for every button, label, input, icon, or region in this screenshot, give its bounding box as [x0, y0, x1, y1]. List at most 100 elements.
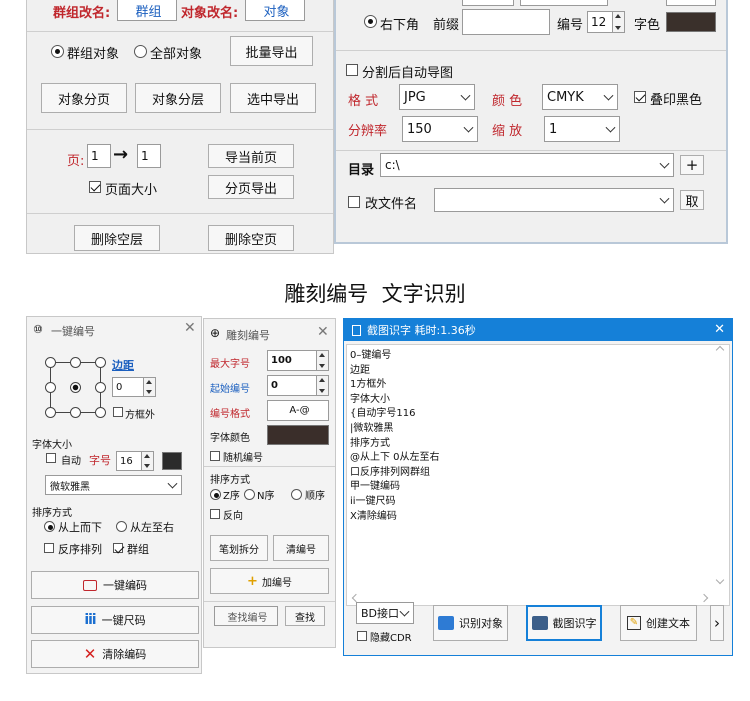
selection-export-button[interactable]: 选中导出 — [230, 83, 316, 113]
anchor-node[interactable] — [95, 407, 106, 418]
max-font-stepper[interactable] — [316, 351, 328, 370]
n-order-label: N序 — [257, 491, 275, 502]
format-value: JPG — [404, 89, 426, 105]
start-number-input[interactable]: 0 — [267, 375, 329, 396]
create-text-button[interactable]: ✎ 创建文本 — [620, 605, 697, 641]
anchor-node[interactable] — [70, 407, 81, 418]
top-field-1[interactable] — [462, 0, 514, 6]
reverse-checkbox[interactable] — [210, 509, 220, 519]
batch-export-button[interactable]: 批量导出 — [230, 36, 313, 66]
reverse-sort-checkbox[interactable] — [44, 543, 54, 553]
group-objects-radio[interactable] — [51, 45, 64, 58]
margin-link[interactable]: 边距 — [112, 357, 134, 373]
paged-export-button[interactable]: 分页导出 — [208, 175, 294, 199]
delete-empty-pages-button[interactable]: 删除空页 — [208, 225, 294, 251]
margin-input[interactable]: 0 — [112, 377, 156, 397]
number-value: 12 — [591, 15, 607, 29]
color-select[interactable]: CMYK — [542, 84, 618, 110]
interface-select[interactable]: BD接口 — [356, 602, 414, 624]
one-key-number-button[interactable]: 一键编码 — [31, 571, 199, 599]
page-size-checkbox[interactable] — [89, 181, 101, 193]
font-size-input[interactable]: 16 — [116, 451, 154, 471]
resolution-select[interactable]: 150 — [402, 116, 478, 142]
scroll-up-icon[interactable] — [715, 345, 725, 355]
find-number-input[interactable]: 查找编号 — [214, 606, 278, 626]
seq-order-radio[interactable] — [291, 489, 302, 500]
z-order-radio[interactable] — [210, 489, 221, 500]
one-key-ruler-button[interactable]: ⅲ 一键尺码 — [31, 606, 199, 634]
scroll-right-icon[interactable] — [699, 593, 709, 603]
add-directory-button[interactable]: + — [680, 155, 704, 175]
object-rename-input[interactable]: 对象 — [245, 0, 305, 21]
screenshot-ocr-button[interactable]: 截图识字 — [526, 605, 602, 641]
n-order-radio[interactable] — [244, 489, 255, 500]
all-objects-radio[interactable] — [134, 45, 147, 58]
group-checkbox[interactable] — [113, 543, 123, 553]
font-color-swatch[interactable] — [267, 425, 329, 445]
close-icon[interactable]: ✕ — [714, 322, 725, 337]
font-size-section: 字体大小 — [32, 440, 72, 451]
number-stepper[interactable] — [612, 12, 624, 32]
margin-stepper[interactable] — [143, 378, 155, 396]
auto-export-checkbox[interactable] — [346, 64, 358, 76]
scroll-left-icon[interactable] — [351, 593, 361, 603]
anchor-node[interactable] — [95, 382, 106, 393]
top-field-3[interactable] — [666, 0, 716, 6]
clear-number-button[interactable]: ✕ 清除编码 — [31, 640, 199, 668]
anchor-node[interactable] — [45, 357, 56, 368]
rename-file-checkbox[interactable] — [348, 196, 360, 208]
overprint-checkbox[interactable] — [634, 91, 646, 103]
hide-cdr-checkbox[interactable] — [357, 631, 367, 641]
ocr-text-area[interactable]: 0–键编号 边距 1方框外 字体大小 {自动字号116 |微软雅黑 排序方式 @从上下 0从左… — [346, 344, 730, 606]
sort-section: 排序方式 — [32, 508, 72, 519]
rename-file-select[interactable] — [434, 188, 674, 212]
chevron-down-icon — [460, 90, 471, 101]
close-icon[interactable]: ✕ — [184, 320, 196, 336]
anchor-node[interactable] — [45, 407, 56, 418]
format-select[interactable]: JPG — [399, 84, 475, 110]
scroll-down-icon[interactable] — [715, 575, 725, 585]
number-input[interactable]: 12 — [587, 11, 625, 33]
export-current-page-button[interactable]: 导当前页 — [208, 144, 294, 168]
page-to-input[interactable]: 1 — [137, 144, 161, 168]
max-font-input[interactable]: 100 — [267, 350, 329, 371]
stroke-split-button[interactable]: 笔划拆分 — [210, 535, 268, 561]
anchor-node[interactable] — [95, 357, 106, 368]
auto-font-checkbox[interactable] — [46, 453, 56, 463]
font-color-swatch[interactable] — [162, 452, 182, 470]
start-number-stepper[interactable] — [316, 376, 328, 395]
resolution-label: 分辨率 — [348, 124, 388, 139]
find-number-placeholder: 查找编号 — [227, 612, 268, 624]
top-down-radio[interactable] — [44, 521, 55, 532]
bottom-right-radio[interactable] — [364, 15, 377, 28]
close-icon[interactable]: ✕ — [317, 324, 329, 340]
recognize-object-button[interactable]: 识别对象 — [433, 605, 508, 641]
top-field-2[interactable] — [520, 0, 608, 6]
zoom-select[interactable]: 1 — [544, 116, 620, 142]
anchor-node[interactable] — [45, 382, 56, 393]
random-number-checkbox[interactable] — [210, 451, 220, 461]
page-from-input[interactable]: 1 — [87, 144, 111, 168]
delete-empty-layers-button[interactable]: 删除空层 — [74, 225, 160, 251]
take-button[interactable]: 取 — [680, 190, 704, 210]
left-right-radio[interactable] — [116, 521, 127, 532]
object-layering-button[interactable]: 对象分层 — [135, 83, 221, 113]
outside-box-checkbox[interactable] — [113, 407, 123, 417]
prefix-input[interactable] — [462, 9, 550, 35]
anchor-node[interactable] — [70, 357, 81, 368]
font-size-stepper[interactable] — [141, 452, 153, 470]
add-number-button[interactable]: + 加编号 — [210, 568, 329, 594]
interface-value: BD接口 — [361, 607, 400, 620]
directory-select[interactable]: c:\ — [380, 153, 674, 177]
overprint-label: 叠印黑色 — [650, 93, 703, 108]
object-paging-button[interactable]: 对象分页 — [41, 83, 127, 113]
font-color-swatch[interactable] — [666, 12, 716, 32]
find-button[interactable]: 查找 — [285, 606, 325, 626]
more-button[interactable]: › — [710, 605, 724, 641]
group-rename-input[interactable]: 群组 — [117, 0, 177, 21]
anchor-node-center[interactable] — [70, 382, 81, 393]
number-format-input[interactable]: A-@ — [267, 400, 329, 421]
font-name-select[interactable]: 微软雅黑 — [45, 475, 182, 495]
margin-value: 0 — [116, 381, 123, 393]
clear-number-button[interactable]: 清编号 — [273, 535, 329, 561]
